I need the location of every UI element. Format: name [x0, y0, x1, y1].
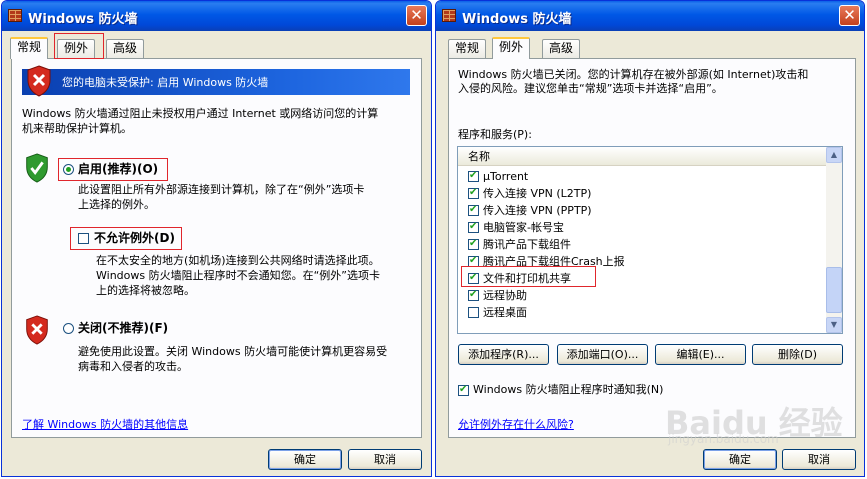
cancel-button[interactable]: 取消 [348, 449, 422, 470]
enable-radio[interactable] [63, 164, 74, 175]
item-label: 传入连接 VPN (L2TP) [483, 187, 592, 200]
red-shield-x-icon [27, 65, 51, 97]
no-exceptions-desc-2: Windows 防火墙阻止程序时不会通知您。在“例外”选项卡 [96, 269, 380, 282]
close-button[interactable]: ✕ [839, 5, 860, 26]
programs-label: 程序和服务(P): [458, 128, 532, 141]
notify-label[interactable]: Windows 防火墙阻止程序时通知我(N) [473, 382, 663, 398]
window-title: Windows 防火墙 [462, 12, 572, 27]
intro-line-2: 机来帮助保护计算机。 [22, 122, 132, 135]
baidu-watermark-url: jingyan.baidu.com [668, 432, 779, 446]
tab-advanced[interactable]: 高级 [106, 39, 145, 58]
tab-exceptions[interactable]: 例外 [492, 37, 531, 59]
unprotected-banner: 您的电脑未受保护: 启用 Windows 防火墙 [22, 65, 410, 97]
highlight-exceptions-tab [54, 33, 104, 59]
edit-button[interactable]: 编辑(E)... [655, 344, 746, 365]
item-checkbox[interactable] [468, 203, 479, 217]
disable-desc-2: 病毒和入侵者的攻击。 [78, 360, 188, 373]
programs-list[interactable]: 名称 µTorrent 传入连接 VPN (L2TP) 传入连接 VPN (PP… [457, 146, 843, 334]
item-label: 远程桌面 [483, 306, 527, 319]
scroll-up-icon[interactable]: ▲ [826, 147, 842, 163]
intro-line-1: Windows 防火墙通过阻止未授权用户通过 Internet 或网络访问您的计… [22, 107, 379, 120]
item-checkbox[interactable] [468, 307, 479, 318]
no-exceptions-desc-1: 在不太安全的地方(如机场)连接到公共网络时请选择此项。 [96, 254, 380, 267]
delete-button[interactable]: 删除(D) [752, 344, 843, 365]
no-exceptions-checkbox[interactable] [78, 233, 89, 244]
tab-general[interactable]: 常规 [448, 39, 487, 58]
title-bar[interactable]: Windows 防火墙 ✕ [2, 1, 431, 31]
item-checkbox[interactable] [468, 186, 479, 200]
more-info-link[interactable]: 了解 Windows 防火墙的其他信息 [22, 417, 188, 433]
ok-button[interactable]: 确定 [703, 449, 777, 470]
status-line-2: 入侵的风险。建议您单击“常规”选项卡并选择“启用”。 [458, 82, 723, 95]
highlight-file-printer-sharing [461, 266, 596, 287]
tab-advanced[interactable]: 高级 [542, 39, 581, 58]
disable-label[interactable]: 关闭(不推荐)(F) [78, 320, 168, 336]
ok-button[interactable]: 确定 [268, 449, 342, 470]
scroll-down-icon[interactable]: ▼ [826, 317, 842, 333]
cancel-button[interactable]: 取消 [782, 449, 856, 470]
list-scrollbar[interactable]: ▲ ▼ [826, 147, 842, 333]
item-checkbox[interactable] [468, 288, 479, 302]
firewall-app-icon [442, 9, 456, 22]
item-label: 电脑管家-帐号宝 [483, 221, 564, 234]
disable-desc-1: 避免使用此设置。关闭 Windows 防火墙可能使计算机更容易受 [78, 345, 388, 358]
tab-general[interactable]: 常规 [10, 37, 49, 59]
no-exceptions-label[interactable]: 不允许例外(D) [94, 230, 175, 246]
item-checkbox[interactable] [468, 169, 479, 183]
item-label: µTorrent [483, 170, 529, 183]
green-shield-check-icon [26, 153, 48, 183]
item-checkbox[interactable] [468, 220, 479, 234]
risk-link[interactable]: 允许例外存在什么风险? [458, 417, 574, 433]
item-label: 远程协助 [483, 289, 527, 302]
window-title: Windows 防火墙 [28, 12, 138, 27]
enable-desc-2: 上选择的例外。 [78, 198, 155, 211]
enable-desc-1: 此设置阻止所有外部源连接到计算机，除了在“例外”选项卡 [78, 183, 365, 196]
no-exceptions-desc-3: 上的选择将被忽略。 [96, 284, 195, 297]
item-label: 传入连接 VPN (PPTP) [483, 204, 592, 217]
red-shield-x-icon [26, 315, 48, 345]
banner-text: 您的电脑未受保护: 启用 Windows 防火墙 [62, 76, 269, 89]
notify-checkbox[interactable] [458, 383, 469, 397]
column-header-name[interactable]: 名称 [458, 147, 826, 166]
enable-label[interactable]: 启用(推荐)(O) [78, 161, 158, 177]
add-program-button[interactable]: 添加程序(R)... [458, 344, 549, 365]
title-bar[interactable]: Windows 防火墙 ✕ [436, 1, 864, 31]
disable-radio[interactable] [63, 323, 74, 334]
firewall-app-icon [8, 9, 22, 22]
add-port-button[interactable]: 添加端口(O)... [557, 344, 648, 365]
item-checkbox[interactable] [468, 237, 479, 251]
scroll-thumb[interactable] [826, 267, 842, 313]
close-button[interactable]: ✕ [406, 5, 427, 26]
item-label: 腾讯产品下载组件 [483, 238, 571, 251]
